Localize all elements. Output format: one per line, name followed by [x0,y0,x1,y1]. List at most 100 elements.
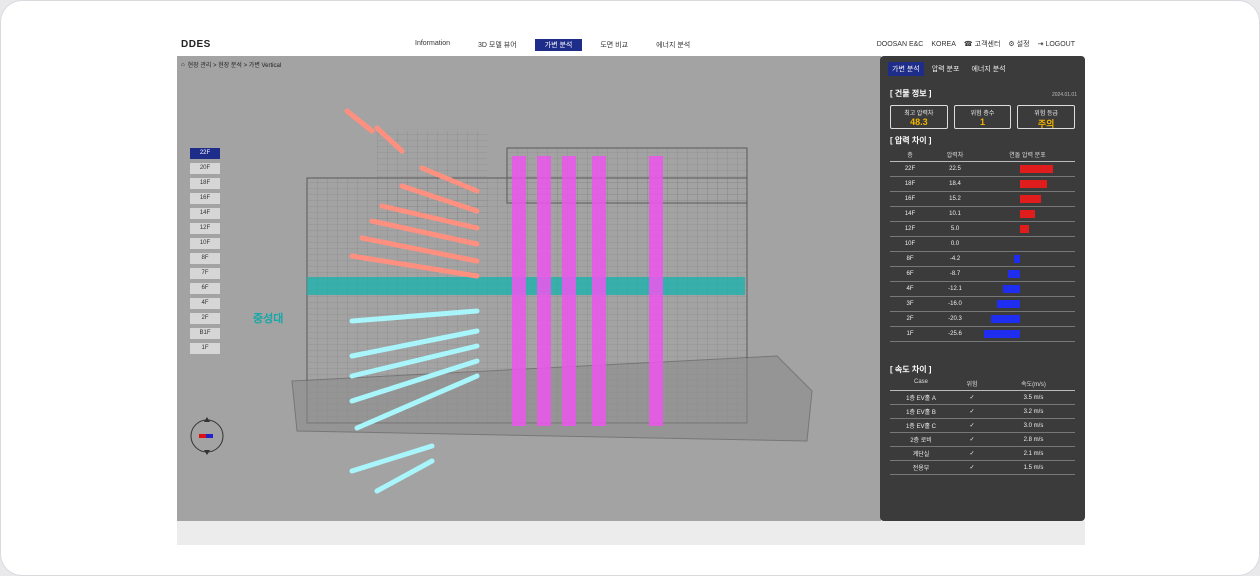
pressure-bar-cell [980,312,1075,326]
building-info-title: [ 건물 정보 ] [890,89,932,98]
building-info-header: [ 건물 정보 ] 2024.01.01 [880,82,1077,101]
pressure-row: 16F 15.2 [890,192,1075,207]
pressure-row: 1F -25.6 [890,327,1075,342]
pressure-bar [1014,255,1020,263]
nav-tab-analysis[interactable]: 가변 분석 [534,39,583,51]
pressure-value: 5.0 [950,226,960,232]
kpi-value: 48.3 [910,117,928,127]
nav-tab-drawing[interactable]: 도면 비교 [590,39,638,51]
velocity-row: 1층 EV홀 A ✓ 3.5 m/s [890,391,1075,405]
pressure-floor: 8F [906,256,914,262]
velocity-case: 1층 EV홀 C [905,424,937,430]
velocity-row: 계단실 ✓ 2.1 m/s [890,447,1075,461]
pressure-value: -25.6 [948,331,962,337]
floor-button[interactable]: 6F [190,283,220,294]
panel-tab-stack[interactable]: 가변 분석 [888,62,924,76]
col-distribution: 연돌 압력 분포 [1009,153,1046,159]
pressure-value: -4.2 [949,256,961,262]
velocity-value: 3.0 m/s [1023,422,1044,429]
frame-card: DDES Information 3D 모델 뷰어 가변 분석 도면 비교 에너… [0,0,1260,576]
top-bar: DDES Information 3D 모델 뷰어 가변 분석 도면 비교 에너… [177,34,1085,56]
nav-tab-information[interactable]: Information [405,39,460,51]
util-settings[interactable]: ⚙ 설정 [1008,39,1029,49]
pressure-floor: 6F [906,271,914,277]
pressure-value: 22.5 [949,166,961,172]
pressure-value: -8.7 [949,271,961,277]
pressure-value: 10.1 [949,211,961,217]
velocity-value: 2.8 m/s [1023,436,1044,443]
floor-button[interactable]: 1F [190,343,220,354]
headset-icon: ☎ [963,41,973,48]
floor-button[interactable]: B1F [190,328,220,339]
pressure-row: 4F -12.1 [890,282,1075,297]
pressure-floor: 14F [904,211,916,217]
kpi-label: 위험 층수 [970,111,995,117]
pressure-value: 18.4 [949,181,961,187]
status-bar [177,521,1085,545]
pressure-bar-cell [980,297,1075,311]
panel-tab-pressure[interactable]: 압력 분포 [928,62,964,76]
util-region[interactable]: KOREA [931,39,956,49]
pressure-floor: 12F [904,226,916,232]
util-logout[interactable]: ⇥ LOGOUT [1038,39,1075,49]
pressure-bar [991,315,1020,323]
velocity-value: 3.2 m/s [1023,408,1044,415]
pressure-floor: 3F [906,301,914,307]
pressure-row: 14F 10.1 [890,207,1075,222]
panel-tab-energy[interactable]: 에너지 분석 [967,62,1009,76]
model-viewport[interactable]: ⌂ 현장 관리 > 현장 분석 > 가변 Vertical 중성대 22F 20… [177,56,881,521]
pressure-bar [1008,270,1020,278]
col-floor: 층 [907,153,913,159]
pressure-bar-cell [980,162,1075,176]
col-risk: 위험 [966,382,978,388]
kpi-value: 1 [980,117,986,127]
pressure-row: 8F -4.2 [890,252,1075,267]
pressure-bar-cell [980,267,1075,281]
floor-button[interactable]: 12F [190,223,220,234]
pressure-floor: 16F [904,196,916,202]
neutral-zone-label: 중성대 [253,313,284,325]
kpi-risk-floors: 위험 층수 1 [953,105,1012,129]
util-company[interactable]: DOOSAN E&C [877,39,924,49]
floor-button[interactable]: 20F [190,163,220,174]
floor-button[interactable]: 8F [190,253,220,264]
floor-button[interactable]: 4F [190,298,220,309]
velocity-flag: ✓ [969,409,975,415]
floor-button[interactable]: 22F [190,148,220,159]
panel-tabs: 가변 분석 압력 분포 에너지 분석 [880,56,1085,82]
pressure-value: 15.2 [949,196,961,202]
pressure-bar [1020,210,1035,218]
floor-button[interactable]: 7F [190,268,220,279]
compass-icon[interactable] [185,414,229,458]
pressure-bar [1003,285,1020,293]
velocity-case: 2층 로비 [910,438,932,444]
pressure-bar [1020,180,1047,188]
velocity-flag: ✓ [969,451,975,457]
pressure-row: 18F 18.4 [890,177,1075,192]
col-case: Case [913,379,928,385]
pressure-bar-cell [980,282,1075,296]
pressure-value: -12.1 [948,286,962,292]
floor-button[interactable]: 16F [190,193,220,204]
pressure-bar [997,300,1020,308]
pressure-bar-cell [980,222,1075,236]
floor-button[interactable]: 10F [190,238,220,249]
pressure-bar-cell [980,207,1075,221]
nav-tab-energy[interactable]: 에너지 분석 [646,39,700,51]
velocity-flag: ✓ [969,395,975,401]
app-window: DDES Information 3D 모델 뷰어 가변 분석 도면 비교 에너… [177,34,1085,545]
util-support[interactable]: ☎ 고객센터 [964,39,1001,49]
floor-button[interactable]: 14F [190,208,220,219]
floor-button[interactable]: 18F [190,178,220,189]
kpi-label: 위험 등급 [1034,111,1059,117]
pressure-row: 3F -16.0 [890,297,1075,312]
pressure-bar [1020,225,1029,233]
building-info-date: 2024.01.01 [1051,92,1077,98]
nav-tab-3d-viewer[interactable]: 3D 모델 뷰어 [468,39,527,51]
velocity-section-title: [ 속도 차이 ] [890,365,932,374]
col-pressure: 압력차 [946,153,964,159]
gear-icon: ⚙ [1008,41,1015,48]
floor-selector: 22F 20F 18F 16F 14F 12F 10F 8F 7F 6F 4F … [190,148,220,358]
floor-button[interactable]: 2F [190,313,220,324]
kpi-max-pressure: 최고 압력차 48.3 [890,105,948,129]
